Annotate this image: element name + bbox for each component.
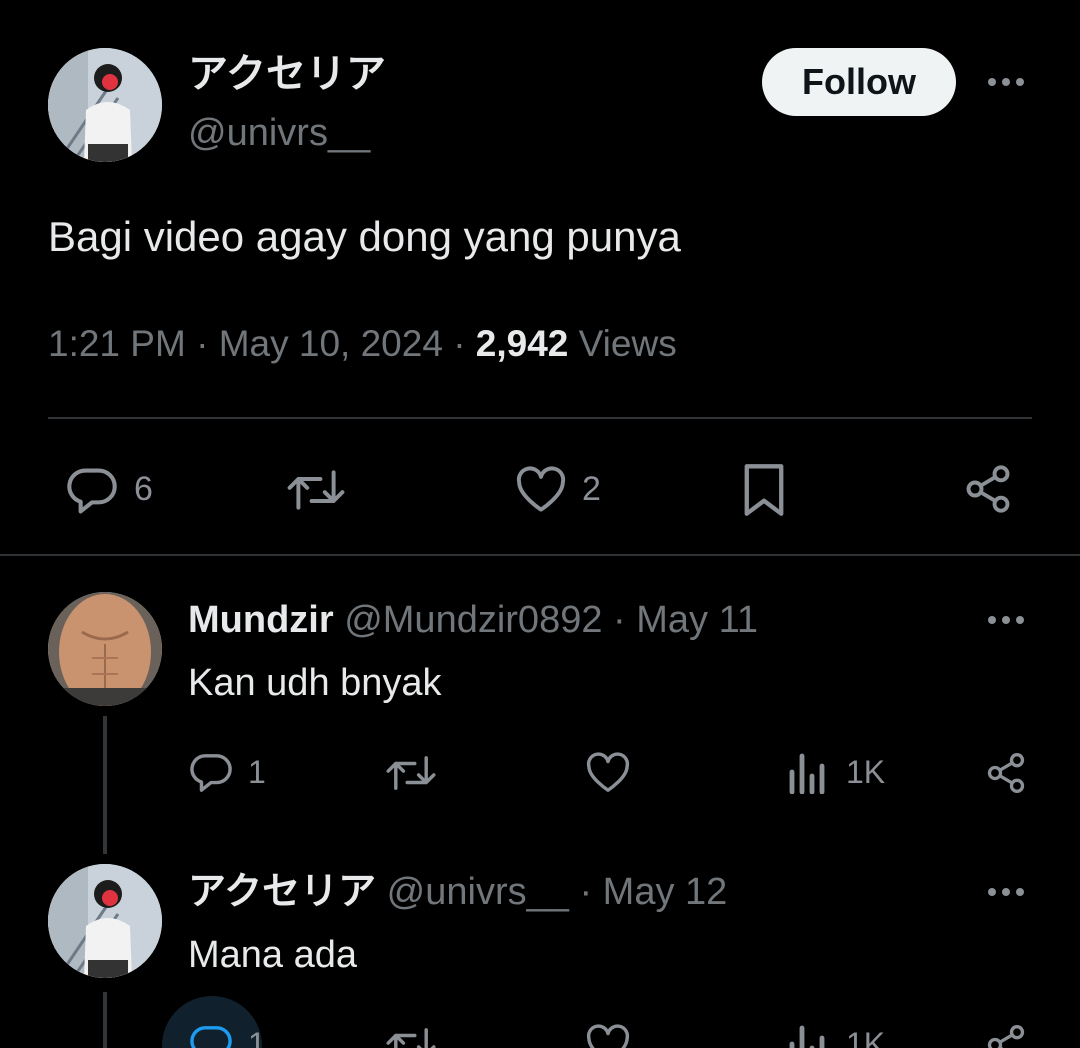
reply-header: アクセリア @univrs__ · May 12 (188, 870, 727, 914)
like-icon[interactable] (584, 752, 632, 794)
more-icon[interactable] (986, 610, 1026, 630)
reply-count: 1 (248, 754, 266, 790)
views-count: 1K (846, 754, 886, 790)
reply-icon[interactable] (188, 1024, 234, 1048)
tweet-meta: 1:21 PM · May 10, 2024 · 2,942 Views (48, 322, 677, 366)
reply-header: Mundzir @Mundzir0892 · May 11 (188, 598, 758, 642)
follow-button[interactable]: Follow (762, 48, 956, 116)
views-count: 1K (846, 1026, 886, 1048)
handle[interactable]: @univrs__ (387, 871, 569, 913)
like-count: 2 (582, 470, 601, 508)
meta-separator: · (579, 871, 593, 913)
avatar[interactable] (48, 864, 162, 978)
more-icon[interactable] (986, 72, 1026, 92)
reply-count: 1 (248, 1026, 266, 1048)
bookmark-icon[interactable] (742, 462, 786, 518)
reply-icon[interactable] (64, 466, 120, 516)
meta-separator: · (196, 323, 209, 364)
display-name[interactable]: アクセリア (188, 52, 386, 96)
tweet-time[interactable]: 1:21 PM (48, 323, 186, 364)
meta-separator: · (453, 323, 466, 364)
views-icon[interactable] (788, 752, 828, 794)
like-icon[interactable] (584, 1024, 632, 1048)
thread-line (103, 992, 107, 1048)
avatar[interactable] (48, 592, 162, 706)
more-icon[interactable] (986, 882, 1026, 902)
retweet-icon[interactable] (384, 1026, 438, 1048)
retweet-icon[interactable] (284, 468, 348, 512)
display-name[interactable]: Mundzir (188, 599, 334, 641)
tweet-date[interactable]: May 10, 2024 (219, 323, 443, 364)
share-icon[interactable] (984, 1022, 1028, 1048)
divider (48, 417, 1032, 419)
meta-separator: · (613, 599, 626, 641)
reply-date[interactable]: May 11 (636, 599, 758, 641)
views-label: Views (578, 323, 677, 364)
handle[interactable]: @Mundzir0892 (344, 599, 602, 641)
reply-icon[interactable] (188, 752, 234, 794)
display-name[interactable]: アクセリア (188, 871, 376, 913)
tweet-text: Bagi video agay dong yang punya (48, 213, 681, 260)
reply-text: Kan udh bnyak (188, 662, 442, 704)
reply-date[interactable]: May 12 (603, 871, 728, 913)
share-icon[interactable] (962, 462, 1014, 516)
retweet-icon[interactable] (384, 754, 438, 792)
reply-text: Mana ada (188, 934, 358, 976)
like-icon[interactable] (514, 466, 568, 514)
views-count: 2,942 (475, 323, 569, 364)
thread-line (103, 716, 107, 854)
reply-count: 6 (134, 470, 153, 508)
divider (0, 554, 1080, 556)
avatar[interactable] (48, 48, 162, 162)
views-icon[interactable] (788, 1024, 828, 1048)
handle[interactable]: @univrs__ (188, 112, 370, 154)
share-icon[interactable] (984, 750, 1028, 796)
